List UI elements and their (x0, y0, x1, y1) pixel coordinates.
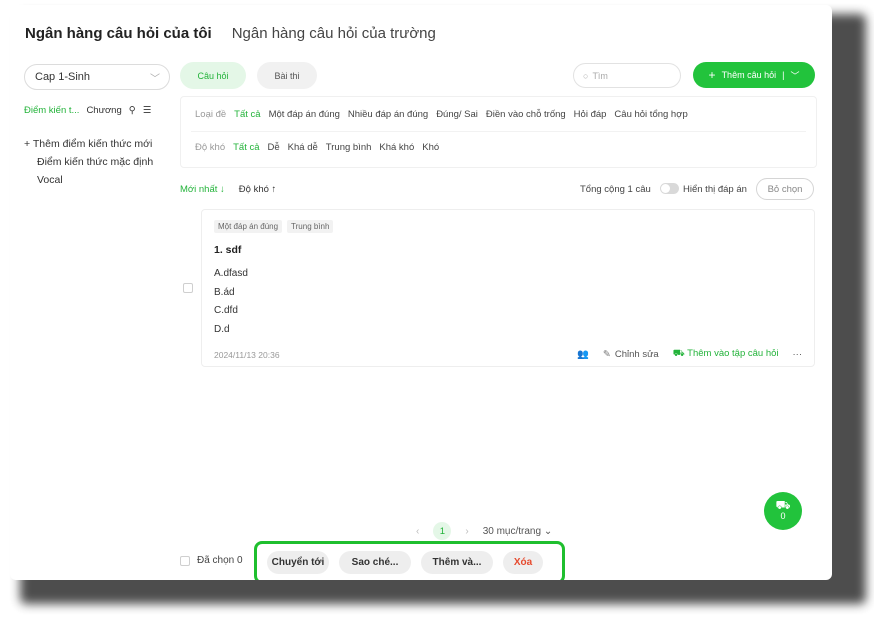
search-placeholder: Tìm (592, 70, 608, 81)
sort-bar: Mới nhất ↓ Độ khó ↑ (180, 184, 276, 195)
knowledge-point-item[interactable]: Vocal (24, 171, 153, 189)
pagination: ‹ 1 › 30 mục/trang ⌄ (416, 522, 552, 540)
question-type-tag: Một đáp án đúng (214, 220, 283, 233)
question-option: D.d (214, 323, 230, 335)
question-basket-button[interactable]: ⛟ 0 (764, 492, 802, 530)
select-all-checkbox[interactable] (180, 555, 190, 566)
deselect-button[interactable]: Bỏ chọn (756, 178, 814, 200)
filter-option[interactable]: Đúng/ Sai (436, 109, 478, 120)
sort-difficulty[interactable]: Độ khó ↑ (239, 184, 277, 195)
tab-knowledge-points[interactable]: Điểm kiến t... (24, 105, 79, 116)
add-knowledge-point-label: Thêm điểm kiến thức mới (32, 138, 153, 150)
more-icon[interactable]: ··· (793, 349, 803, 360)
add-to-button[interactable]: Thêm và... (421, 551, 493, 574)
question-timestamp: 2024/11/13 20:36 (214, 350, 280, 360)
tab-exams[interactable]: Bài thi (257, 62, 317, 89)
basket-count: 0 (780, 511, 786, 521)
chevron-down-icon: ﹀ (150, 74, 160, 85)
sort-newest[interactable]: Mới nhất ↓ (180, 184, 225, 195)
filter-panel: Loại đề Tất cả Một đáp án đúng Nhiều đáp… (180, 96, 817, 168)
question-option: B.ád (214, 286, 235, 298)
difficulty-tag: Trung bình (287, 220, 334, 233)
question-option: A.dfasd (214, 268, 248, 279)
knowledge-point-list: + Thêm điểm kiến thức mới Điểm kiến thức… (24, 135, 153, 189)
add-question-button[interactable]: + Thêm câu hỏi | ﹀ (693, 62, 815, 88)
question-checkbox[interactable] (183, 283, 193, 293)
subject-select[interactable]: Cap 1-Sinh ﹀ (24, 64, 170, 90)
tab-questions[interactable]: Câu hỏi (180, 62, 246, 89)
copy-button[interactable]: Sao ché... (339, 551, 411, 574)
menu-icon[interactable]: ☰ (143, 105, 152, 116)
add-to-set-button[interactable]: ⛟ Thêm vào tập câu hỏi (673, 348, 779, 360)
selected-count: Đã chọn 0 (197, 555, 243, 566)
add-to-set-label: Thêm vào tập câu hỏi (687, 348, 779, 359)
show-answer-label: Hiển thị đáp án (683, 184, 747, 195)
show-answer-toggle[interactable] (660, 183, 679, 194)
filter-option[interactable]: Hỏi đáp (574, 109, 607, 120)
page-size-select[interactable]: 30 mục/trang ⌄ (483, 526, 553, 537)
filter-option[interactable]: Điền vào chỗ trống (486, 109, 566, 120)
basket-icon: ⛟ (775, 498, 791, 512)
next-page-icon[interactable]: › (465, 526, 468, 537)
total-count: Tổng cộng 1 câu (580, 184, 651, 195)
basket-icon: ⛟ (672, 348, 688, 359)
page-number[interactable]: 1 (433, 522, 452, 540)
knowledge-panel-header: Điểm kiến t... Chương ⚲ ☰ (24, 105, 151, 116)
question-option: C.dfd (214, 305, 238, 316)
question-bank-window: Ngân hàng câu hỏi của tôi Ngân hàng câu … (10, 5, 832, 580)
share-users-icon[interactable]: 👥 (577, 349, 589, 360)
move-to-button[interactable]: Chuyển tới (267, 551, 329, 574)
delete-button[interactable]: Xóa (503, 551, 543, 574)
add-question-label: Thêm câu hỏi (721, 70, 777, 80)
tab-school-bank[interactable]: Ngân hàng câu hỏi của trường (232, 25, 436, 42)
tab-my-bank[interactable]: Ngân hàng câu hỏi của tôi (25, 25, 212, 42)
chevron-down-icon[interactable]: ﹀ (790, 69, 799, 82)
search-input[interactable]: ○ Tìm (573, 63, 681, 88)
filter-option[interactable]: Tất cả (233, 142, 259, 153)
search-icon[interactable]: ⚲ (129, 105, 136, 116)
page-size-value: 30 mục/trang (482, 525, 542, 537)
question-actions: 👥 ✎ Chỉnh sửa ⛟ Thêm vào tập câu hỏi ··· (577, 348, 802, 360)
add-knowledge-point-button[interactable]: + Thêm điểm kiến thức mới (24, 135, 153, 153)
filter-option[interactable]: Dễ (268, 142, 280, 153)
question-tags: Một đáp án đúng Trung bình (214, 220, 334, 233)
knowledge-point-item[interactable]: Điểm kiến thức mặc định (24, 153, 153, 171)
filter-option[interactable]: Khá dễ (288, 142, 318, 153)
search-icon: ○ (583, 70, 589, 81)
question-title: 1. sdf (214, 244, 242, 256)
prev-page-icon[interactable]: ‹ (416, 526, 419, 537)
edit-label: Chỉnh sửa (614, 348, 659, 360)
bulk-actions-bar: Chuyển tới Sao ché... Thêm và... Xóa (254, 541, 565, 580)
filter-option[interactable]: Một đáp án đúng (269, 109, 340, 120)
question-options: A.dfasd B.ád C.dfd D.d (214, 265, 248, 339)
plus-icon: + (24, 138, 33, 150)
question-card: Một đáp án đúng Trung bình 1. sdf A.dfas… (201, 209, 815, 367)
question-type-filter: Loại đề Tất cả Một đáp án đúng Nhiều đáp… (195, 109, 688, 120)
filter-option[interactable]: Khá khó (379, 142, 414, 153)
tab-chapter[interactable]: Chương (86, 105, 121, 116)
subject-select-value: Cap 1-Sinh (35, 71, 91, 83)
filter-option[interactable]: Trung bình (326, 142, 372, 153)
selection-status: Đã chọn 0 (180, 555, 243, 566)
plus-icon: + (708, 68, 716, 82)
edit-button[interactable]: ✎ Chỉnh sửa (603, 349, 659, 360)
filter-option[interactable]: Câu hỏi tổng hợp (614, 109, 687, 120)
add-button-separator: | (782, 70, 785, 80)
question-type-label: Loại đề (195, 109, 227, 120)
filter-option[interactable]: Tất cả (234, 109, 260, 120)
divider (191, 131, 806, 132)
bank-tabs: Ngân hàng câu hỏi của tôi Ngân hàng câu … (25, 25, 436, 42)
chevron-down-icon: ⌄ (543, 525, 553, 537)
difficulty-filter: Độ khó Tất cả Dễ Khá dễ Trung bình Khá k… (195, 142, 439, 153)
filter-option[interactable]: Khó (422, 142, 439, 153)
edit-icon: ✎ (602, 348, 611, 360)
filter-option[interactable]: Nhiều đáp án đúng (348, 109, 428, 120)
difficulty-label: Độ khó (195, 142, 226, 153)
